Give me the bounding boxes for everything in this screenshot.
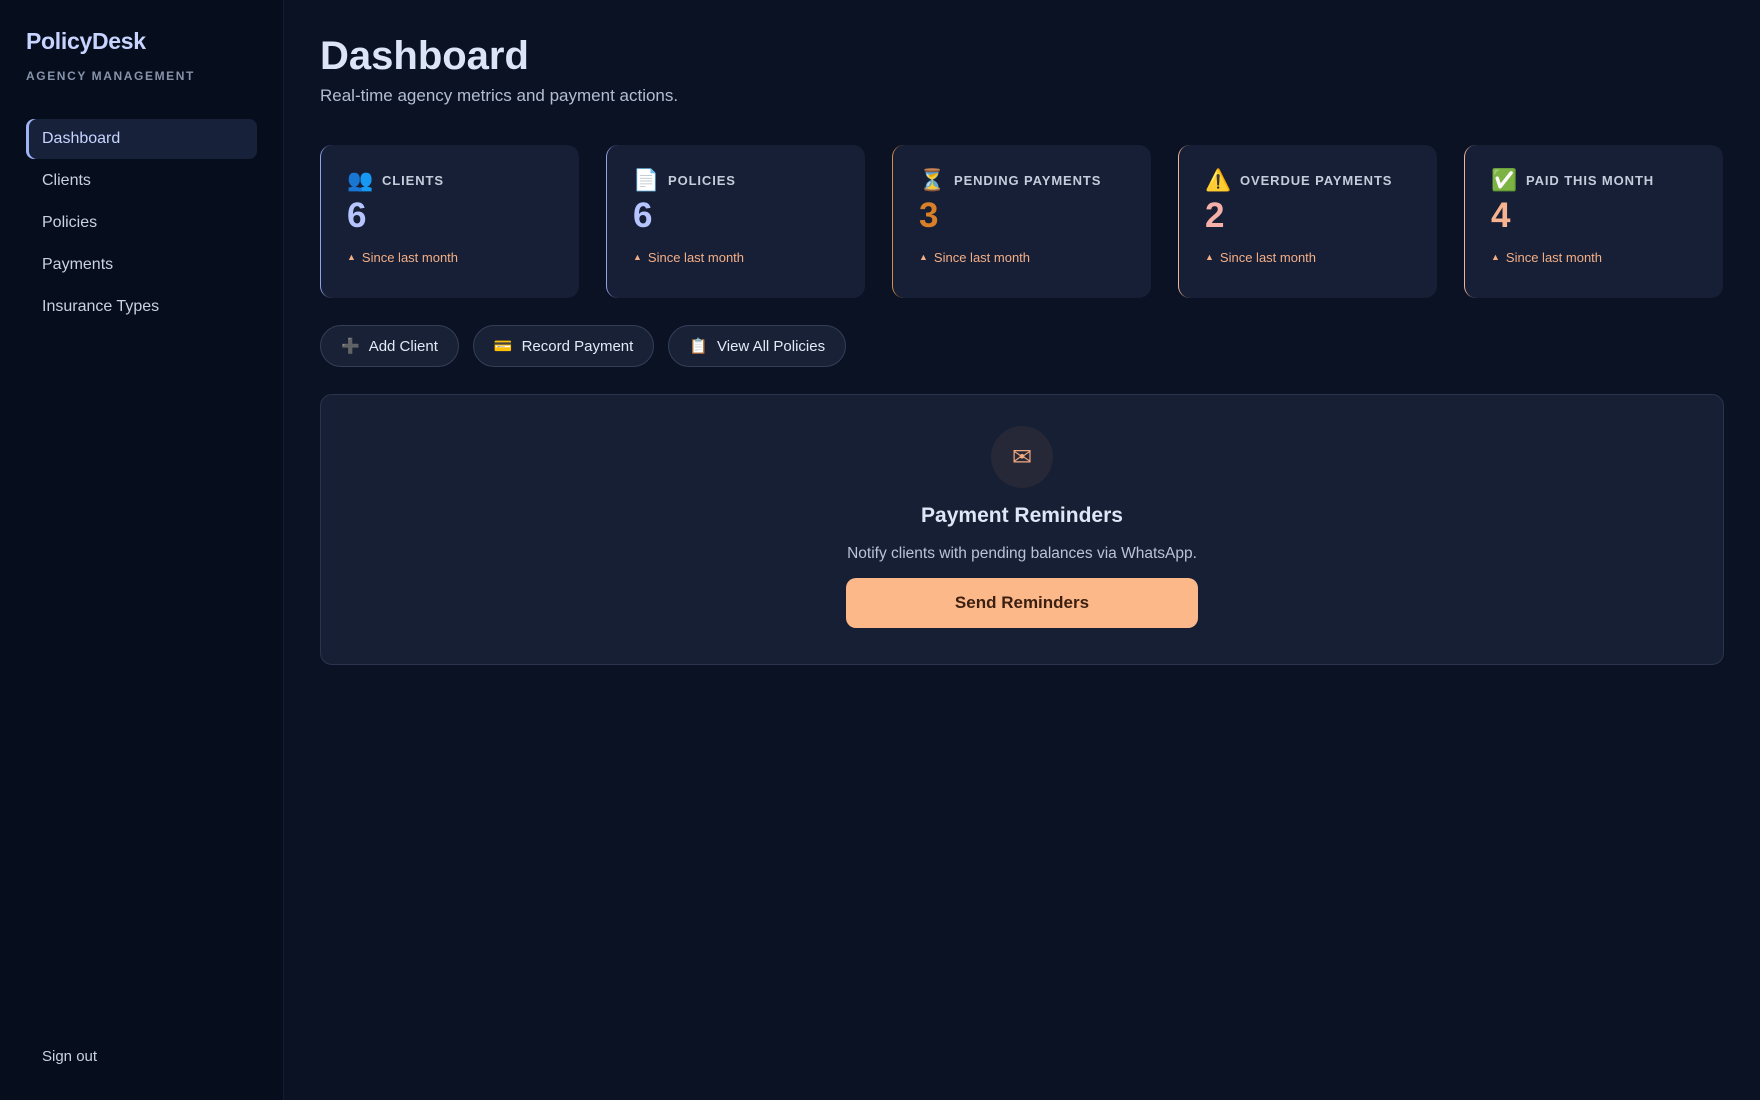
send-reminders-button[interactable]: Send Reminders xyxy=(846,578,1198,628)
record-payment-button[interactable]: 💳 Record Payment xyxy=(472,325,655,367)
sign-out-link[interactable]: Sign out xyxy=(42,1048,97,1065)
button-label: Record Payment xyxy=(521,337,634,355)
brand-title: PolicyDesk xyxy=(26,28,146,54)
metric-label: CLIENTS xyxy=(382,172,444,188)
metric-label: PENDING PAYMENTS xyxy=(954,172,1102,188)
brand-subtitle: AGENCY MANAGEMENT xyxy=(26,69,195,83)
metric-trend: Since last month xyxy=(1219,249,1317,265)
reminder-description: Notify clients with pending balances via… xyxy=(847,545,1197,562)
metric-cards: 👥 CLIENTS 6 ▲ Since last month 📄 POLICIE… xyxy=(320,145,1724,298)
button-label: Add Client xyxy=(368,337,438,355)
trend-up-icon: ▲ xyxy=(919,252,928,262)
document-icon: 📄 xyxy=(633,168,660,192)
clipboard-icon: 📋 xyxy=(689,338,708,355)
envelope-icon: ✉ xyxy=(991,426,1053,488)
sidebar-item-insurance-types[interactable]: Insurance Types xyxy=(26,287,257,327)
quick-actions: ➕ Add Client 💳 Record Payment 📋 View All… xyxy=(320,325,1724,367)
metric-value: 6 xyxy=(347,196,367,235)
page-title: Dashboard xyxy=(320,34,529,78)
trend-up-icon: ▲ xyxy=(347,252,356,262)
plus-icon: ➕ xyxy=(341,338,360,355)
metric-card-clients: 👥 CLIENTS 6 ▲ Since last month xyxy=(320,145,579,298)
metric-value: 3 xyxy=(919,196,939,235)
hourglass-icon: ⏳ xyxy=(919,168,946,192)
metric-trend: Since last month xyxy=(361,249,459,265)
metric-trend: Since last month xyxy=(933,249,1031,265)
sidebar-item-clients[interactable]: Clients xyxy=(26,161,257,201)
metric-card-paid-this-month: ✅ PAID THIS MONTH 4 ▲ Since last month xyxy=(1464,145,1723,298)
payment-reminders-panel: ✉ Payment Reminders Notify clients with … xyxy=(320,394,1724,665)
metric-value: 4 xyxy=(1491,196,1511,235)
metric-label: POLICIES xyxy=(668,172,736,188)
trend-up-icon: ▲ xyxy=(633,252,642,262)
metric-value: 2 xyxy=(1205,196,1225,235)
page-subtitle: Real-time agency metrics and payment act… xyxy=(320,86,679,105)
trend-up-icon: ▲ xyxy=(1491,252,1500,262)
check-icon: ✅ xyxy=(1491,168,1518,192)
button-label: View All Policies xyxy=(717,337,826,355)
view-all-policies-button[interactable]: 📋 View All Policies xyxy=(668,325,847,367)
sidebar-nav: Dashboard Clients Policies Payments Insu… xyxy=(26,119,257,327)
clients-icon: 👥 xyxy=(347,168,374,192)
app-root: PolicyDesk AGENCY MANAGEMENT Dashboard C… xyxy=(0,0,1760,1100)
sidebar-item-payments[interactable]: Payments xyxy=(26,245,257,285)
add-client-button[interactable]: ➕ Add Client xyxy=(320,325,459,367)
sidebar-item-policies[interactable]: Policies xyxy=(26,203,257,243)
credit-card-icon: 💳 xyxy=(493,338,513,355)
metric-label: OVERDUE PAYMENTS xyxy=(1240,172,1393,188)
trend-up-icon: ▲ xyxy=(1205,252,1214,262)
metric-label: PAID THIS MONTH xyxy=(1526,172,1655,188)
metric-trend: Since last month xyxy=(647,249,745,265)
sidebar-item-dashboard[interactable]: Dashboard xyxy=(26,119,257,159)
metric-value: 6 xyxy=(633,196,653,235)
metric-card-overdue-payments: ⚠️ OVERDUE PAYMENTS 2 ▲ Since last month xyxy=(1178,145,1437,298)
metric-card-pending-payments: ⏳ PENDING PAYMENTS 3 ▲ Since last month xyxy=(892,145,1151,298)
main-content: Dashboard Real-time agency metrics and p… xyxy=(284,0,1760,1100)
reminder-title: Payment Reminders xyxy=(921,504,1123,527)
metric-trend: Since last month xyxy=(1505,249,1603,265)
metric-card-policies: 📄 POLICIES 6 ▲ Since last month xyxy=(606,145,865,298)
sidebar: PolicyDesk AGENCY MANAGEMENT Dashboard C… xyxy=(0,0,284,1100)
warning-icon: ⚠️ xyxy=(1205,168,1232,192)
